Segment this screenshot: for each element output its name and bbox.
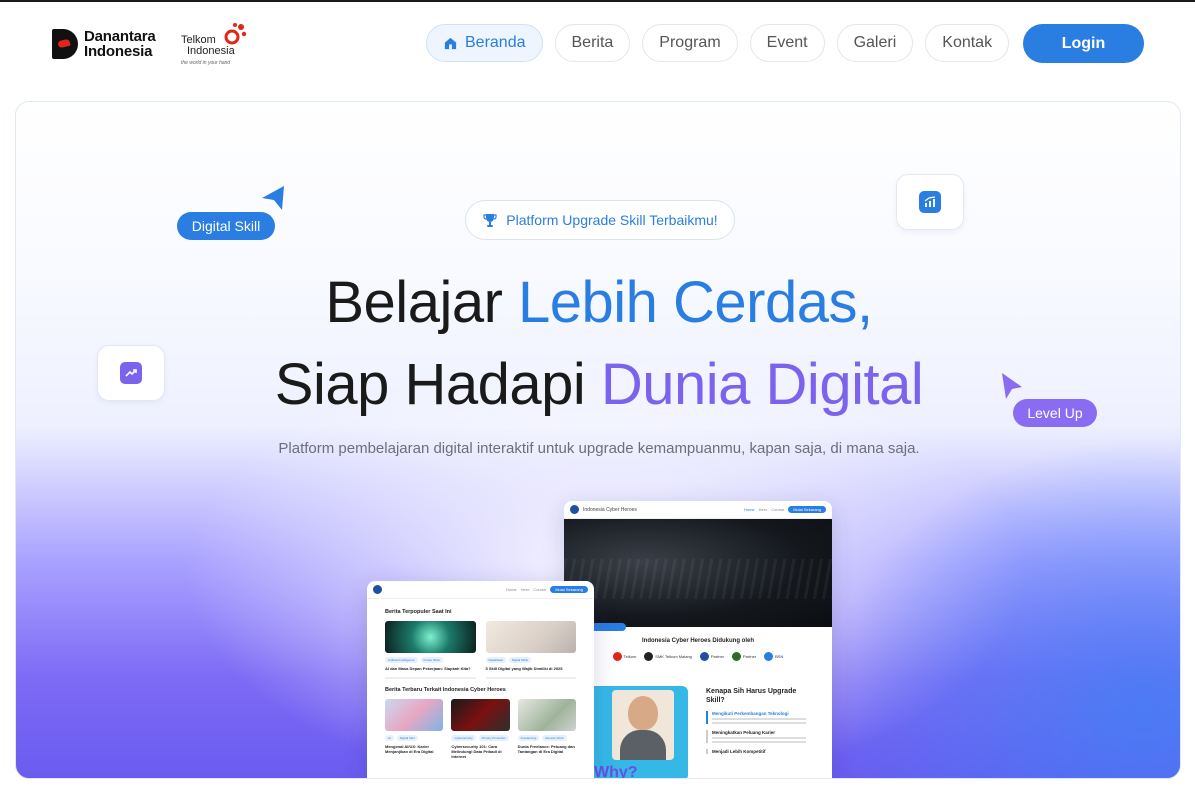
hero-subtitle: Platform pembelajaran digital interaktif… — [278, 440, 920, 457]
hero-badge-label: Platform Upgrade Skill Terbaikmu! — [506, 212, 718, 228]
hero-section: Platform Upgrade Skill Terbaikmu! Digita… — [15, 101, 1181, 779]
partner-logos: Telkom SMK Telkom Malang Partner Partner… — [564, 652, 832, 661]
nav-item-label: Event — [766, 34, 808, 51]
nav-item-galeri[interactable]: Galeri — [836, 24, 914, 62]
preview-screenshot-landing: Indonesia Cyber Heroes Home Hero Course … — [564, 501, 832, 778]
nav-item-event[interactable]: Event — [749, 24, 825, 62]
news-card: Artificial Intelligence Future Work AI da… — [385, 621, 476, 679]
nav-item-label: Kontak — [942, 34, 993, 51]
news-card: AI Digital Skill Mengenal AI/UX: Karier M… — [385, 699, 444, 759]
preview-navbar: Indonesia Cyber Heroes Home Hero Course … — [564, 501, 832, 519]
danantara-logo-mark — [52, 29, 78, 59]
telkom-logo-line2: Indonesia — [187, 45, 235, 57]
login-button[interactable]: Login — [1023, 24, 1144, 63]
nav-item-label: Beranda — [465, 34, 526, 51]
preview-navbar: Home Hero Course Mulai Sekarang — [367, 581, 594, 599]
why-upgrade-list: Kenapa Sih Harus Upgrade Skill? Mengikut… — [706, 687, 816, 754]
cyber-heroes-logo — [373, 585, 382, 594]
news-card: Cybersecurity Privacy Protection Cybersec… — [451, 699, 510, 759]
news-card: Digitalisasi Digital Skills 5 Skill Digit… — [485, 621, 576, 679]
trophy-icon — [483, 214, 497, 227]
chart-tile — [896, 174, 964, 230]
thinking-person-image — [612, 690, 674, 760]
preview-screenshot-news: Home Hero Course Mulai Sekarang Berita T… — [367, 581, 594, 778]
popular-news-title: Berita Terpopuler Saat Ini — [385, 609, 452, 615]
preview-hero-image — [564, 519, 832, 631]
supported-by-title: Indonesia Cyber Heroes Didukung oleh — [641, 638, 755, 644]
danantara-logo[interactable]: Danantara Indonesia — [52, 29, 156, 59]
cyber-heroes-logo — [570, 505, 579, 514]
nav-item-program[interactable]: Program — [642, 24, 738, 62]
telkom-logo[interactable]: Telkom Indonesia the world in your hand — [181, 22, 251, 68]
nav-item-beranda[interactable]: Beranda — [426, 24, 543, 62]
danantara-logo-text: Danantara Indonesia — [84, 28, 156, 60]
nav-item-berita[interactable]: Berita — [554, 24, 631, 62]
site-header: Danantara Indonesia Telkom Indonesia the… — [0, 2, 1195, 88]
hero-title-line1: Belajar Lebih Cerdas, — [325, 270, 873, 335]
hero-badge: Platform Upgrade Skill Terbaikmu! — [465, 200, 735, 240]
news-card: Freelancing Remote Work Dunia Freelance: … — [517, 699, 576, 759]
nav-item-kontak[interactable]: Kontak — [925, 24, 1010, 62]
digital-skill-chip: Digital Skill — [177, 212, 275, 240]
why-card: Why? — [588, 686, 688, 778]
nav-item-label: Program — [659, 34, 721, 51]
bar-chart-icon — [919, 191, 941, 213]
telkom-tagline: the world in your hand — [181, 60, 231, 66]
latest-news-title: Berita Terbaru Terkait Indonesia Cyber H… — [385, 687, 506, 693]
nav-item-label: Galeri — [853, 34, 897, 51]
hero-title-line2: Siap Hadapi Dunia Digital — [274, 352, 924, 417]
cursor-arrow-icon — [262, 186, 284, 210]
nav-item-label: Berita — [571, 34, 614, 51]
home-icon — [444, 37, 457, 49]
hero-title: Belajar Lebih Cerdas, Siap Hadapi Dunia … — [16, 262, 1180, 426]
main-nav: Beranda Berita Program Event Galeri Kont… — [426, 24, 1010, 62]
